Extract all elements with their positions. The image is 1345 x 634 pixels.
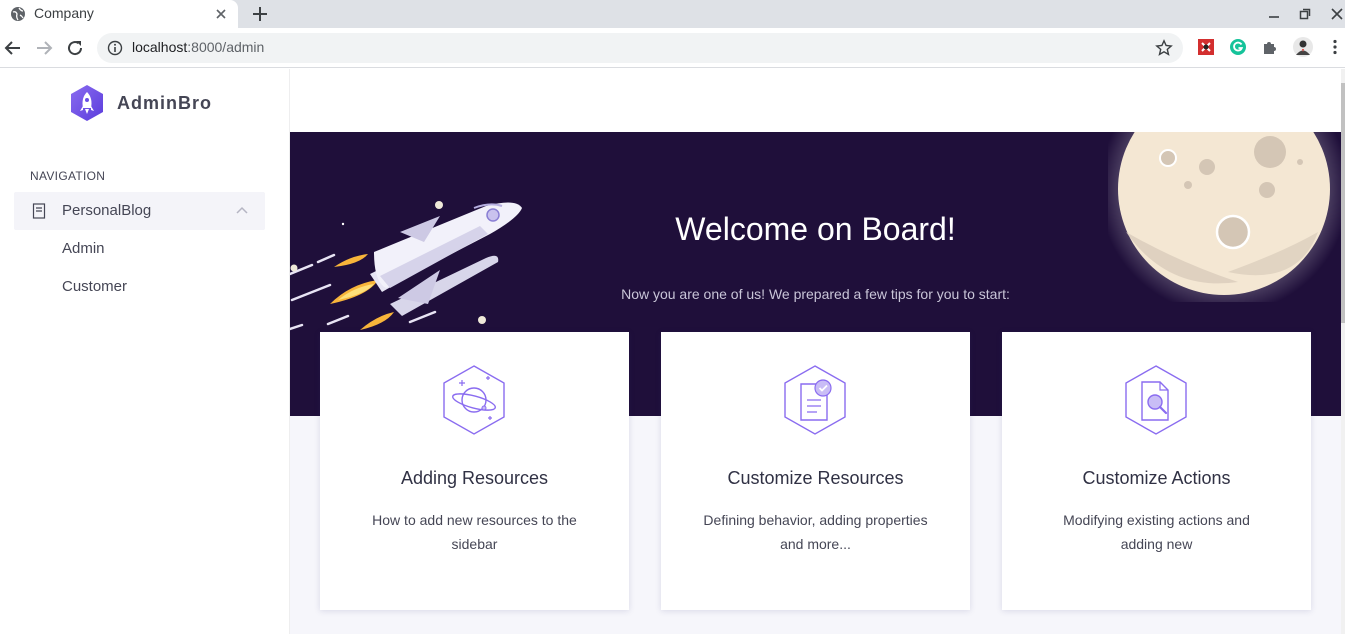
globe-icon (11, 7, 25, 21)
puzzle-extensions-icon[interactable] (1261, 38, 1279, 56)
card-title: Customize Resources (727, 468, 904, 488)
sidebar: AdminBro NAVIGATION PersonalBlog Admin C… (0, 69, 290, 634)
sidebar-item-customer[interactable]: Customer (62, 278, 127, 295)
browser-toolbar: localhost:8000/admin (0, 28, 1345, 68)
browser-tab[interactable]: Company (0, 0, 238, 28)
hero-subtitle: Now you are one of us! We prepared a few… (621, 286, 1010, 302)
card-customize-actions[interactable]: Customize Actions Modifying existing act… (1002, 332, 1311, 610)
profile-avatar-icon[interactable] (1292, 36, 1314, 58)
grammarly-icon[interactable] (1229, 38, 1247, 56)
card-description: Modifying existing actions and adding ne… (1063, 512, 1250, 552)
new-tab-icon[interactable] (251, 5, 269, 23)
card-description: How to add new resources to the sidebar (372, 512, 577, 552)
forward-arrow-icon[interactable] (35, 39, 53, 57)
extension-red-icon[interactable] (1197, 38, 1215, 56)
logo-text[interactable]: AdminBro (117, 93, 212, 114)
close-icon[interactable] (214, 7, 228, 21)
planet-icon (443, 365, 505, 435)
back-arrow-icon[interactable] (4, 39, 22, 57)
url-host: localhost (132, 39, 188, 55)
url-path: :8000/admin (187, 39, 265, 55)
document-check-icon (784, 365, 846, 435)
info-icon[interactable] (107, 40, 123, 56)
top-bar (290, 69, 1341, 132)
card-description: Defining behavior, adding properties and… (703, 512, 928, 552)
sidebar-group-label: PersonalBlog (62, 202, 152, 219)
browser-tab-bar: Company (0, 0, 1345, 28)
reload-icon[interactable] (66, 39, 84, 57)
chevron-up-icon[interactable] (235, 205, 249, 215)
url-text[interactable]: localhost:8000/admin (132, 39, 264, 55)
scrollbar-thumb[interactable] (1341, 83, 1345, 323)
main-content: Welcome on Board! Now you are one of us!… (290, 69, 1341, 634)
navigation-heading: NAVIGATION (30, 169, 106, 183)
address-bar[interactable]: localhost:8000/admin (97, 33, 1183, 63)
hero-title: Welcome on Board! (675, 211, 956, 247)
sidebar-item-admin[interactable]: Admin (62, 240, 105, 257)
document-search-icon (1125, 365, 1187, 435)
card-adding-resources[interactable]: Adding Resources How to add new resource… (320, 332, 629, 610)
card-title: Adding Resources (400, 468, 549, 488)
card-title: Customize Actions (1082, 468, 1231, 488)
tab-title: Company (34, 5, 94, 21)
card-customize-resources[interactable]: Customize Resources Defining behavior, a… (661, 332, 970, 610)
page-scrollbar[interactable] (1341, 69, 1345, 634)
adminbro-rocket-logo-icon[interactable] (68, 84, 106, 122)
window-close-icon[interactable] (1329, 6, 1345, 22)
bookmark-star-icon[interactable] (1155, 39, 1173, 57)
database-icon (32, 203, 46, 219)
kebab-menu-icon[interactable] (1326, 38, 1344, 56)
minimize-icon[interactable] (1266, 6, 1282, 22)
sidebar-group-personalblog[interactable]: PersonalBlog (14, 192, 265, 230)
restore-icon[interactable] (1297, 6, 1313, 22)
